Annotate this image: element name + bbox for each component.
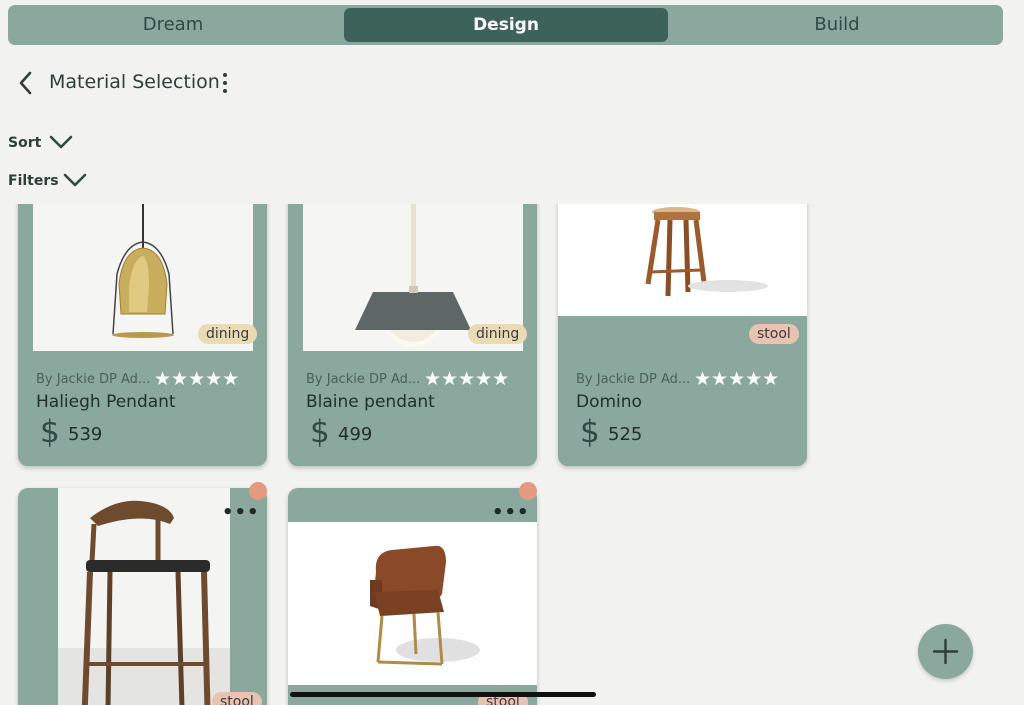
product-price: 499 [338, 424, 373, 445]
status-dot [249, 482, 267, 500]
page-title: Material Selection [49, 71, 220, 93]
category-tag: stool [749, 324, 799, 344]
card-menu-icon[interactable]: ••• [492, 502, 530, 523]
chevron-down-icon [63, 173, 87, 187]
chevron-down-icon [49, 135, 73, 149]
product-card[interactable]: dining By Jackie DP Ad... ★★★★★ Haliegh … [18, 204, 267, 466]
product-card[interactable]: ••• stool [18, 482, 267, 705]
product-image [288, 522, 537, 685]
product-author: By Jackie DP Ad... [306, 372, 421, 387]
phase-tabs: Dream Design Build [8, 5, 1003, 45]
tab-dream[interactable]: Dream [18, 8, 328, 42]
filters-label: Filters [8, 173, 59, 189]
product-price: 525 [608, 424, 643, 445]
back-chevron-icon[interactable] [16, 70, 36, 96]
plus-icon [932, 638, 959, 665]
dollar-icon: $ [310, 414, 330, 450]
product-image [58, 488, 230, 705]
category-tag: dining [468, 324, 528, 344]
product-author: By Jackie DP Ad... [36, 372, 151, 387]
product-card[interactable]: stool By Jackie DP Ad... ★★★★★ Domino $ … [558, 204, 807, 466]
dollar-icon: $ [40, 414, 60, 450]
product-price: 539 [68, 424, 103, 445]
home-indicator [290, 692, 596, 697]
product-name: Blaine pendant [306, 392, 435, 412]
product-image [558, 204, 807, 316]
status-dot [519, 482, 537, 500]
product-grid: dining By Jackie DP Ad... ★★★★★ Haliegh … [0, 204, 1024, 705]
card-menu-icon[interactable]: ••• [222, 502, 260, 523]
tab-design[interactable]: Design [344, 8, 668, 42]
rating-stars: ★★★★★ [694, 368, 780, 390]
tab-build[interactable]: Build [678, 8, 996, 42]
more-options-icon[interactable] [218, 72, 232, 94]
sort-toggle[interactable]: Sort [8, 135, 73, 151]
product-author: By Jackie DP Ad... [576, 372, 691, 387]
category-tag: dining [198, 324, 258, 344]
product-card[interactable]: ••• stool [288, 482, 537, 705]
product-name: Domino [576, 392, 642, 412]
rating-stars: ★★★★★ [424, 368, 510, 390]
rating-stars: ★★★★★ [154, 368, 240, 390]
sort-label: Sort [8, 135, 42, 151]
product-name: Haliegh Pendant [36, 392, 176, 412]
product-card[interactable]: dining By Jackie DP Ad... ★★★★★ Blaine p… [288, 204, 537, 466]
dollar-icon: $ [580, 414, 600, 450]
category-tag: stool [212, 692, 262, 705]
filters-toggle[interactable]: Filters [8, 173, 87, 189]
add-button[interactable] [918, 624, 973, 679]
